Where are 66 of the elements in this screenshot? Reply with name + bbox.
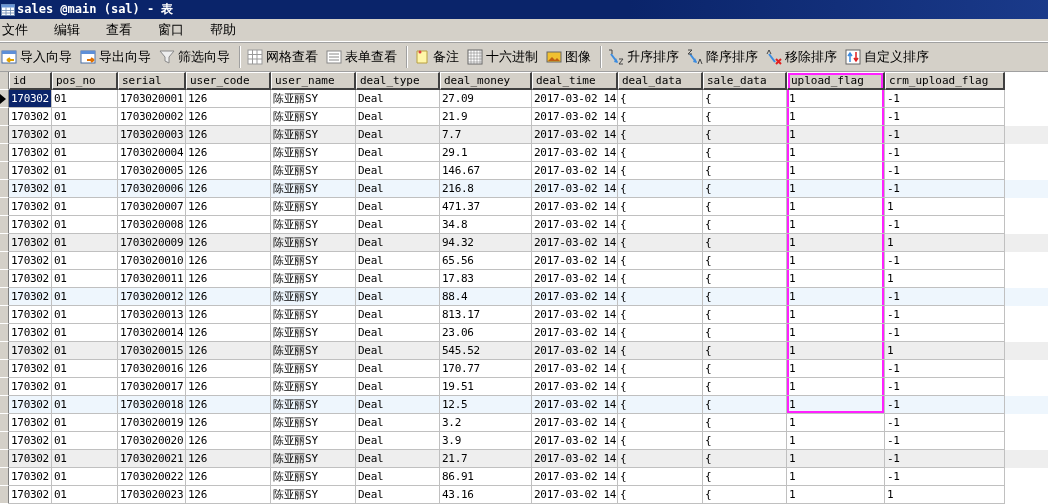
table-cell: 1 [787,396,885,414]
export-icon [80,49,96,65]
table-cell: 1 [787,486,885,504]
funnel-icon [159,49,175,65]
table-cell: 1703020023 [118,486,186,504]
note-icon [414,49,430,65]
column-header[interactable]: sale_data [703,72,787,90]
column-header[interactable]: user_code [186,72,271,90]
table-row[interactable]: 170302 01 1703020018 126 陈亚丽SY Deal 12.5 2017-03-02 14 { { 1 -1 [0,396,1048,414]
column-header[interactable]: upload_flag [787,72,885,90]
toolbar-button[interactable]: 表单查看 [325,45,401,69]
toolbar-button[interactable]: 备注 [413,45,463,69]
column-header[interactable]: pos_no [52,72,118,90]
toolbar-button[interactable]: 降序排序 [686,45,762,69]
sort-descending-icon [687,49,703,65]
table-row[interactable]: 170302 01 1703020003 126 陈亚丽SY Deal 7.7 2017-03-02 14 { { 1 -1 [0,126,1048,144]
menu-item[interactable]: 文件 [0,21,52,39]
row-header [0,72,9,90]
sort-ascending-icon [608,49,624,65]
toolbar-button[interactable]: 筛选向导 [158,45,234,69]
remove-sort-icon [766,49,782,65]
table-row[interactable]: 170302 01 1703020015 126 陈亚丽SY Deal 545.52 2017-03-02 14 { { 1 1 [0,342,1048,360]
toolbar-button[interactable]: 升序排序 [607,45,683,69]
table-row[interactable]: 170302 01 1703020006 126 陈亚丽SY Deal 216.8 2017-03-02 14 { { 1 -1 [0,180,1048,198]
window-title: sales @main (sal) - 表 [17,1,174,18]
column-header[interactable]: crm_upload_flag [885,72,1005,90]
table-cell: { [703,486,787,504]
table-cell: { [618,486,703,504]
column-header[interactable]: user_name [271,72,356,90]
current-row-icon [0,93,6,104]
toolbar-button[interactable]: 移除排序 [765,45,841,69]
column-header[interactable]: deal_type [356,72,440,90]
column-header[interactable]: deal_money [440,72,532,90]
menu-item[interactable]: 编辑 [52,21,104,39]
custom-sort-icon [845,49,861,65]
toolbar-button[interactable]: 十六进制 [466,45,542,69]
table-cell: 126 [186,486,271,504]
table-cell: 1 [885,486,1005,504]
menu-item[interactable]: 窗口 [156,21,208,39]
import-icon [1,49,17,65]
hex-grid-icon [467,49,483,65]
form-icon [326,49,342,65]
toolbar-button[interactable]: 图像 [545,45,595,69]
table-cell: 01 [52,486,118,504]
table-cell: 170302 [9,90,52,108]
column-header[interactable]: serial [118,72,186,90]
toolbar-button[interactable]: 网格查看 [246,45,322,69]
grid-icon [247,49,263,65]
column-header[interactable]: id [9,72,52,90]
column-header[interactable]: deal_time [532,72,618,90]
table-cell: 陈亚丽SY [271,486,356,504]
toolbar-button[interactable]: 自定义排序 [844,45,933,69]
table-icon [1,3,15,16]
table-row[interactable]: 170302 01 1703020012 126 陈亚丽SY Deal 88.4 2017-03-02 14 { { 1 -1 [0,288,1048,306]
toolbar-button[interactable]: 导出向导 [79,45,155,69]
column-header[interactable]: deal_data [618,72,703,90]
table-cell: Deal [356,486,440,504]
table-cell: 43.16 [440,486,532,504]
table-row[interactable]: 170302 01 1703020009 126 陈亚丽SY Deal 94.32 2017-03-02 14 { { 1 1 [0,234,1048,252]
menu-item[interactable]: 帮助 [208,21,260,39]
table-cell: 2017-03-02 14 [532,486,618,504]
table-row[interactable]: 170302 01 1703020021 126 陈亚丽SY Deal 21.7 2017-03-02 14 { { 1 -1 [0,450,1048,468]
menu-item[interactable]: 查看 [104,21,156,39]
toolbar-button[interactable]: 导入向导 [0,45,76,69]
image-icon [546,49,562,65]
table-cell: 170302 [9,486,52,504]
